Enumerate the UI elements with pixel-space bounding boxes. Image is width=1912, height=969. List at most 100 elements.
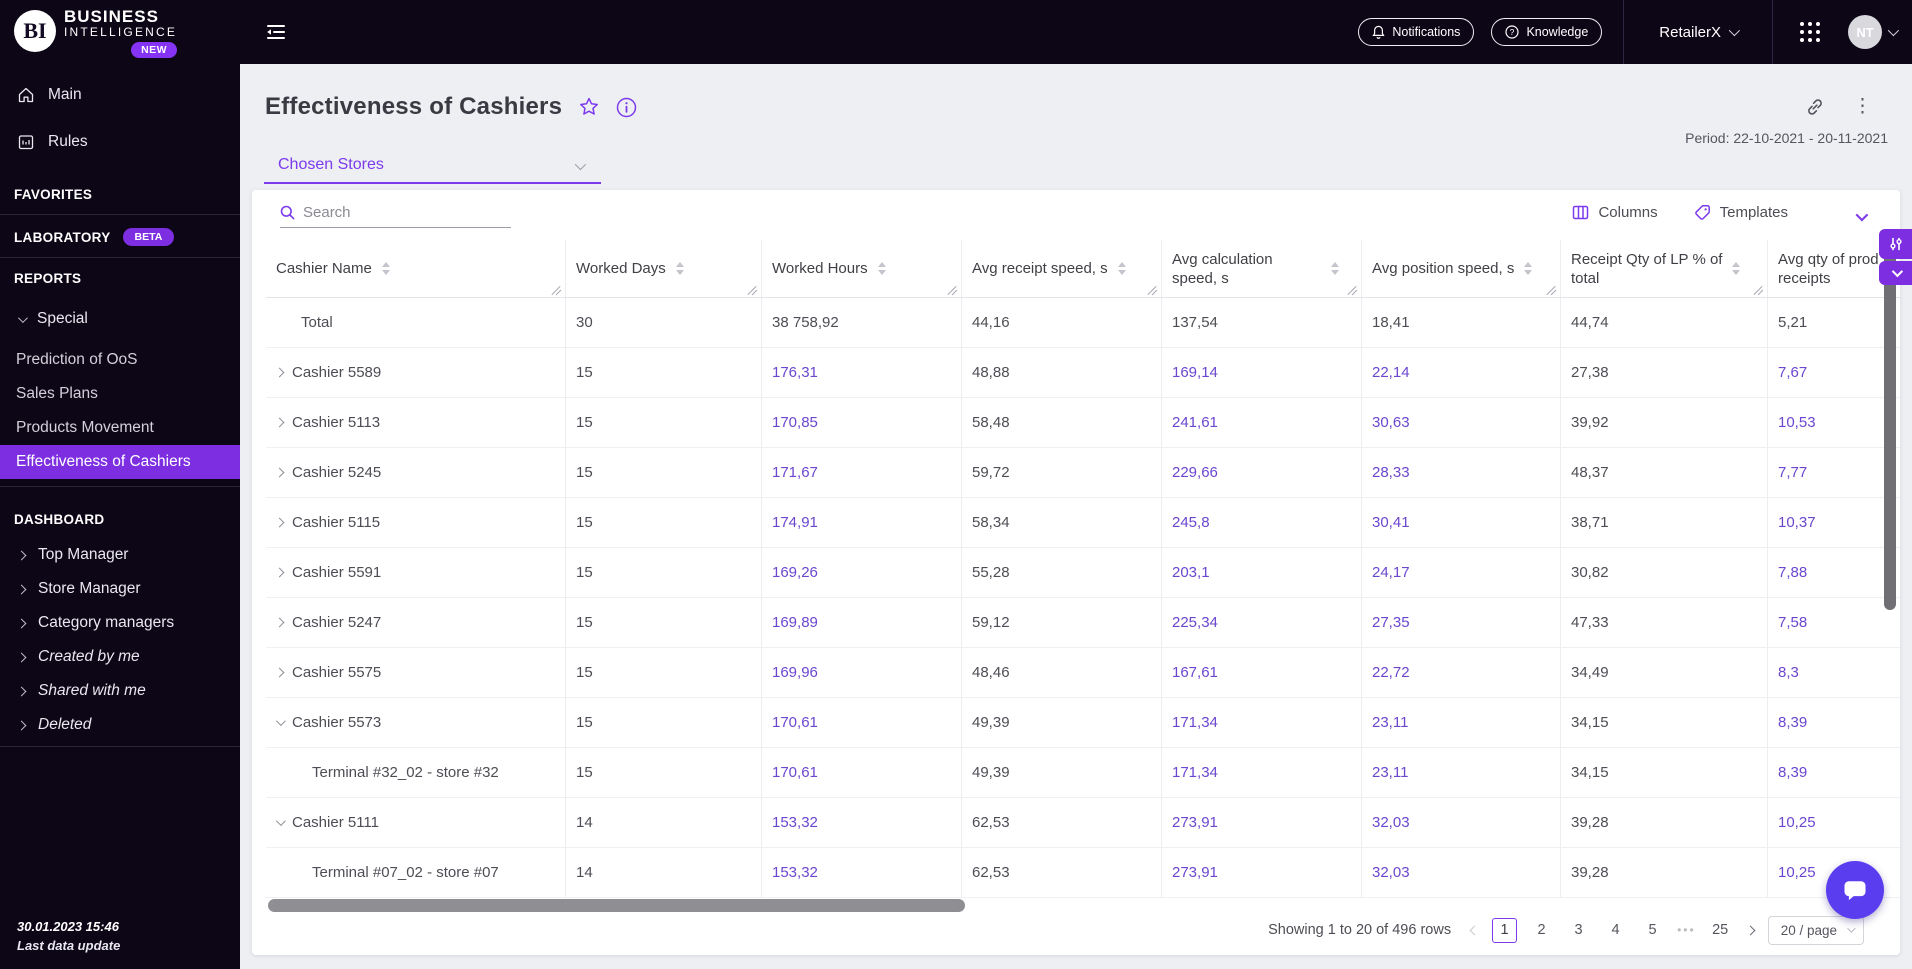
pagination-ellipsis[interactable]: ••• [1677, 923, 1696, 937]
horizontal-scrollbar[interactable] [268, 899, 965, 912]
chat-widget-button[interactable] [1826, 861, 1884, 919]
filters-panel-button[interactable] [1879, 229, 1912, 259]
column-resize-handle[interactable] [1546, 283, 1557, 294]
cell-value-link[interactable]: 171,34 [1172, 714, 1218, 731]
page-number-button[interactable]: 25 [1708, 918, 1733, 943]
cell-value-link[interactable]: 8,39 [1778, 714, 1807, 731]
page-number-button[interactable]: 2 [1529, 918, 1554, 943]
cell-value-link[interactable]: 176,31 [772, 364, 818, 381]
column-header[interactable]: Avg calculation speed, s [1162, 240, 1362, 297]
sort-icon[interactable] [381, 262, 390, 275]
notifications-button[interactable]: Notifications [1358, 18, 1475, 46]
page-number-button[interactable]: 5 [1640, 918, 1665, 943]
vertical-scrollbar[interactable] [1884, 244, 1896, 610]
cell-value-link[interactable]: 23,11 [1372, 714, 1408, 731]
sort-icon[interactable] [877, 262, 886, 275]
cell-value-link[interactable]: 225,34 [1172, 614, 1218, 631]
laboratory-section[interactable]: LABORATORY BETA [0, 228, 240, 246]
cell-value-link[interactable]: 10,53 [1778, 414, 1816, 431]
page-number-button[interactable]: 4 [1603, 918, 1628, 943]
cell-value-link[interactable]: 171,67 [772, 464, 818, 481]
cell-value-link[interactable]: 22,72 [1372, 664, 1410, 681]
cell-value-link[interactable]: 10,37 [1778, 514, 1816, 531]
column-resize-handle[interactable] [1753, 283, 1764, 294]
column-header[interactable]: Worked Days [566, 240, 762, 297]
collapse-row-icon[interactable] [275, 816, 286, 827]
tenant-menu[interactable]: RetailerX [1645, 24, 1751, 41]
sidebar-item-rules[interactable]: Rules [0, 125, 240, 159]
sort-icon[interactable] [1117, 262, 1126, 275]
cell-value-link[interactable]: 10,25 [1778, 864, 1816, 881]
next-page-button[interactable] [1745, 925, 1756, 935]
sort-icon[interactable] [1331, 262, 1339, 275]
cell-value-link[interactable]: 7,77 [1778, 464, 1807, 481]
cell-value-link[interactable]: 170,61 [772, 764, 818, 781]
expand-row-icon[interactable] [274, 467, 285, 478]
reports-group-special[interactable]: Special [0, 310, 240, 328]
cell-value-link[interactable]: 167,61 [1172, 664, 1218, 681]
column-header[interactable]: Cashier Name [266, 240, 566, 297]
collapse-toolbar-chevron[interactable] [1855, 208, 1869, 222]
cell-value-link[interactable]: 32,03 [1372, 814, 1410, 831]
sidebar-item-report[interactable]: Sales Plans [0, 377, 240, 411]
cell-value-link[interactable]: 273,91 [1172, 864, 1218, 881]
info-icon[interactable] [616, 97, 637, 118]
sidebar-item-dashboard[interactable]: Deleted [0, 708, 240, 742]
cell-value-link[interactable]: 170,85 [772, 414, 818, 431]
column-resize-handle[interactable] [1347, 283, 1358, 294]
cell-value-link[interactable]: 241,61 [1172, 414, 1218, 431]
sidebar-item-report[interactable]: Prediction of OoS [0, 343, 240, 377]
cell-value-link[interactable]: 7,58 [1778, 614, 1807, 631]
cell-value-link[interactable]: 153,32 [772, 814, 818, 831]
expand-row-icon[interactable] [274, 567, 285, 578]
collapse-sidebar-button[interactable] [263, 19, 289, 45]
expand-row-icon[interactable] [274, 667, 285, 678]
column-header[interactable]: Worked Hours [762, 240, 962, 297]
cell-value-link[interactable]: 7,67 [1778, 364, 1807, 381]
cell-value-link[interactable]: 8,39 [1778, 764, 1807, 781]
cell-value-link[interactable]: 273,91 [1172, 814, 1218, 831]
chosen-stores-select[interactable]: Chosen Stores [264, 152, 601, 184]
cell-value-link[interactable]: 23,11 [1372, 764, 1408, 781]
apps-grid-icon[interactable] [1800, 22, 1820, 42]
cell-value-link[interactable]: 28,33 [1372, 464, 1410, 481]
cell-value-link[interactable]: 171,34 [1172, 764, 1218, 781]
sidebar-item-dashboard[interactable]: Store Manager [0, 572, 240, 606]
cell-value-link[interactable]: 8,3 [1778, 664, 1799, 681]
page-size-select[interactable]: 20 / page [1767, 915, 1864, 945]
column-resize-handle[interactable] [947, 283, 958, 294]
sidebar-item-report[interactable]: Products Movement [0, 411, 240, 445]
column-header[interactable]: Avg receipt speed, s [962, 240, 1162, 297]
page-number-button[interactable]: 3 [1566, 918, 1591, 943]
sidebar-item-dashboard[interactable]: Created by me [0, 640, 240, 674]
favorite-star-icon[interactable] [578, 96, 600, 118]
column-resize-handle[interactable] [1147, 283, 1158, 294]
avatar[interactable]: NT [1848, 15, 1882, 49]
sidebar-item-dashboard[interactable]: Shared with me [0, 674, 240, 708]
collapse-panel-button[interactable] [1879, 261, 1912, 285]
sidebar-item-dashboard[interactable]: Top Manager [0, 538, 240, 572]
knowledge-button[interactable]: ? Knowledge [1491, 18, 1603, 46]
cell-value-link[interactable]: 169,26 [772, 564, 818, 581]
expand-row-icon[interactable] [274, 367, 285, 378]
collapse-row-icon[interactable] [275, 716, 286, 727]
templates-button[interactable]: Templates [1694, 204, 1788, 221]
cell-value-link[interactable]: 30,63 [1372, 414, 1410, 431]
cell-value-link[interactable]: 169,96 [772, 664, 818, 681]
sidebar-item-main[interactable]: Main [0, 78, 240, 112]
page-number-button[interactable]: 1 [1492, 917, 1518, 943]
sort-icon[interactable] [1524, 262, 1533, 275]
cell-value-link[interactable]: 169,14 [1172, 364, 1218, 381]
column-resize-handle[interactable] [551, 283, 562, 294]
more-options-icon[interactable]: ⋮ [1853, 97, 1872, 116]
cell-value-link[interactable]: 203,1 [1172, 564, 1210, 581]
user-menu-chevron-icon[interactable] [1887, 24, 1900, 37]
cell-value-link[interactable]: 24,17 [1372, 564, 1410, 581]
sidebar-item-report[interactable]: Effectiveness of Cashiers [0, 445, 240, 479]
columns-button[interactable]: Columns [1572, 204, 1658, 221]
brand-logo[interactable]: BI BUSINESS INTELLIGENCE NEW [14, 8, 178, 58]
cell-value-link[interactable]: 30,41 [1372, 514, 1410, 531]
cell-value-link[interactable]: 229,66 [1172, 464, 1218, 481]
cell-value-link[interactable]: 169,89 [772, 614, 818, 631]
cell-value-link[interactable]: 27,35 [1372, 614, 1410, 631]
